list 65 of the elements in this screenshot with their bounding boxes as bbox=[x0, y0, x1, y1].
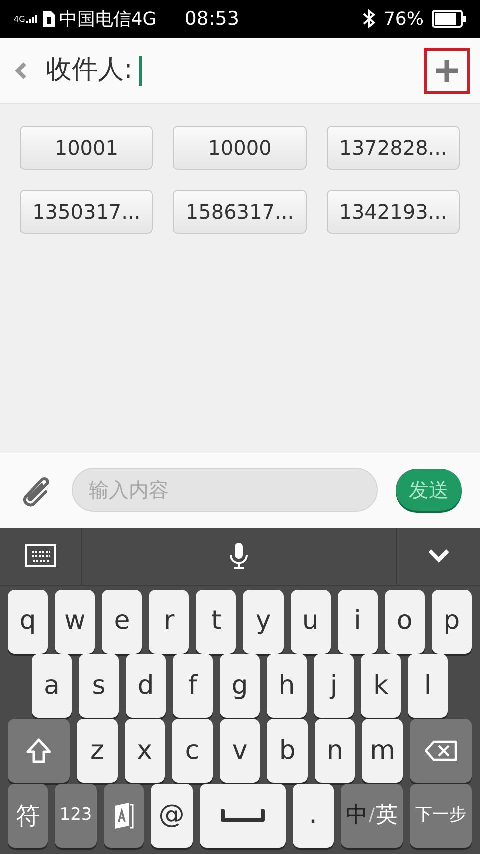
recipient-chip[interactable]: 10001 bbox=[20, 126, 154, 170]
key[interactable]: p bbox=[432, 590, 472, 654]
battery-percent: 76% bbox=[384, 8, 424, 32]
backspace-icon bbox=[424, 740, 458, 762]
key[interactable]: 123 bbox=[55, 784, 97, 848]
message-field[interactable]: 输入内容 bbox=[72, 468, 378, 512]
key[interactable]: c bbox=[172, 719, 213, 784]
key[interactable]: l bbox=[408, 654, 448, 718]
sim-icon bbox=[43, 11, 56, 27]
shift-icon bbox=[25, 737, 53, 766]
recipient-label: 收件人: bbox=[46, 54, 133, 87]
key[interactable]: e bbox=[102, 590, 142, 654]
key[interactable]: 下一步 bbox=[410, 784, 472, 848]
key[interactable]: @ bbox=[151, 784, 192, 848]
key[interactable]: o bbox=[384, 590, 425, 654]
key[interactable]: d bbox=[126, 654, 166, 718]
add-contact-button[interactable] bbox=[424, 48, 470, 94]
recipient-chip[interactable]: 1372828... bbox=[326, 126, 460, 170]
key[interactable]: i bbox=[338, 590, 378, 654]
space-icon bbox=[220, 808, 266, 823]
key[interactable]: x bbox=[124, 719, 166, 784]
bluetooth-icon bbox=[362, 9, 376, 29]
key[interactable]: r bbox=[149, 590, 190, 654]
backspace-key[interactable] bbox=[410, 719, 472, 784]
key[interactable]: k bbox=[361, 654, 401, 718]
key[interactable]: t bbox=[196, 590, 236, 654]
clock: 08:53 bbox=[184, 6, 240, 32]
recipient-chip[interactable]: 1342193... bbox=[326, 190, 460, 234]
key[interactable]: u bbox=[290, 590, 331, 654]
key[interactable]: s bbox=[79, 654, 119, 718]
keyboard-switch-key[interactable] bbox=[104, 784, 144, 848]
key[interactable]: f bbox=[173, 654, 213, 718]
keyboard-icon[interactable] bbox=[24, 544, 56, 568]
book-icon bbox=[113, 802, 135, 830]
carrier-name: 中国电信4G bbox=[59, 8, 157, 32]
recipient-chip[interactable]: 1350317... bbox=[20, 190, 154, 234]
key[interactable]: n bbox=[314, 719, 356, 784]
chevron-down-icon[interactable] bbox=[426, 548, 450, 564]
microphone-icon[interactable] bbox=[229, 542, 249, 570]
key[interactable]: a bbox=[32, 654, 72, 718]
key[interactable]: b bbox=[267, 719, 308, 784]
key[interactable]: 符 bbox=[8, 784, 48, 848]
back-icon[interactable] bbox=[14, 60, 28, 80]
key[interactable]: h bbox=[267, 654, 307, 718]
language-key[interactable]: 中/英 bbox=[341, 784, 403, 848]
recipient-chip[interactable]: 10000 bbox=[173, 126, 307, 170]
plus-icon bbox=[434, 58, 460, 84]
key[interactable]: w bbox=[55, 590, 96, 654]
battery-icon bbox=[432, 10, 466, 28]
language-option: 中 bbox=[346, 799, 368, 832]
key[interactable]: v bbox=[220, 719, 260, 784]
signal-icon bbox=[26, 15, 38, 23]
network-label: 4G bbox=[14, 14, 26, 24]
key[interactable]: j bbox=[314, 654, 354, 718]
key[interactable]: g bbox=[220, 654, 260, 718]
separator: / bbox=[368, 804, 376, 828]
space-key[interactable] bbox=[200, 784, 286, 848]
language-option: 英 bbox=[376, 799, 398, 832]
recipient-chip[interactable]: 1586317... bbox=[173, 190, 307, 234]
key[interactable]: m bbox=[362, 719, 404, 784]
key[interactable]: q bbox=[8, 590, 48, 654]
shift-key[interactable] bbox=[8, 719, 70, 784]
key[interactable]: z bbox=[77, 719, 118, 784]
key[interactable]: y bbox=[243, 590, 284, 654]
key[interactable]: . bbox=[292, 784, 334, 848]
